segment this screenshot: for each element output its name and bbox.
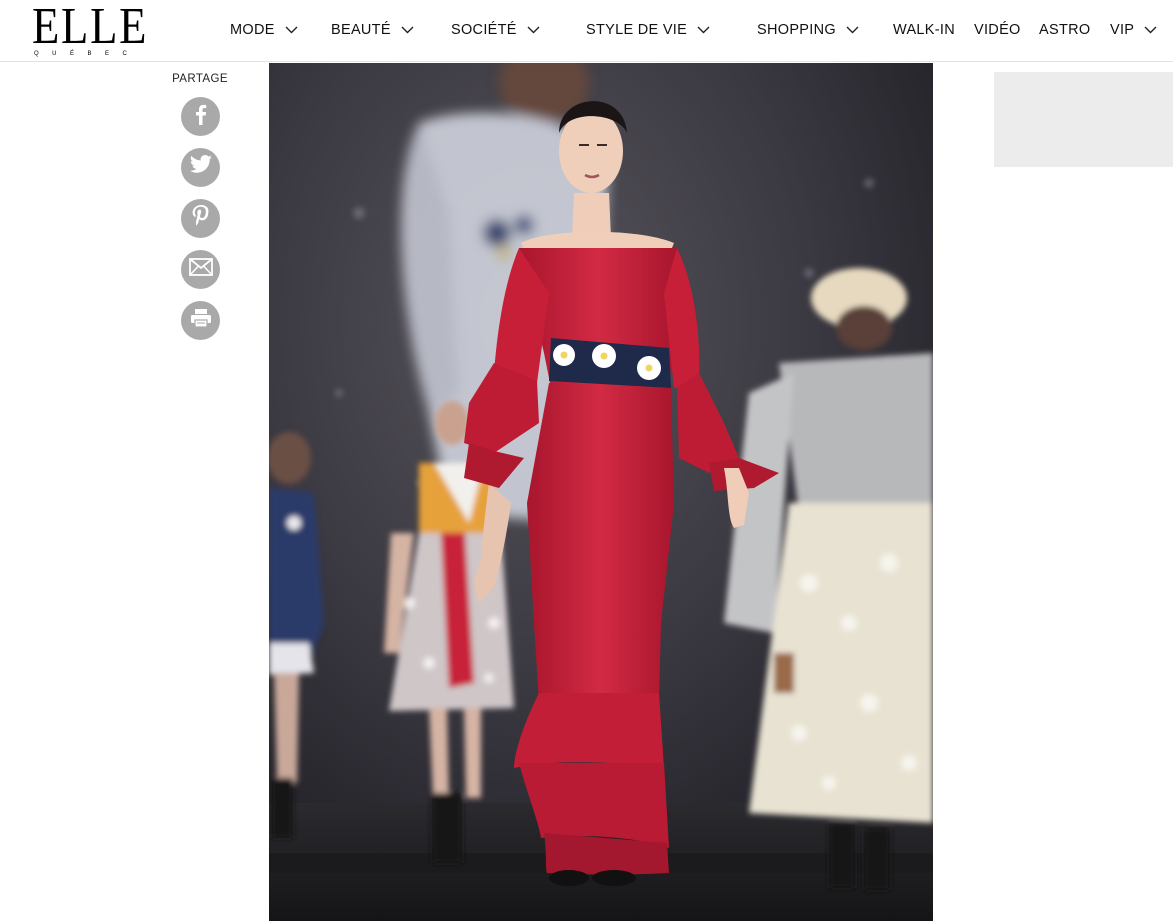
nav-label: BEAUTÉ <box>331 22 391 38</box>
print-icon <box>190 308 212 333</box>
nav-item-societe[interactable]: SOCIÉTÉ <box>451 20 540 40</box>
nav-item-vip[interactable]: VIP <box>1110 20 1157 40</box>
nav-item-mode[interactable]: MODE <box>230 20 298 40</box>
logo-subtitle: QUÉBEC <box>34 51 141 57</box>
share-label: PARTAGE <box>172 73 228 85</box>
nav-label: SHOPPING <box>757 22 836 38</box>
chevron-down-icon <box>697 26 710 34</box>
nav-item-beaute[interactable]: BEAUTÉ <box>331 20 414 40</box>
runway-photo-illustration <box>269 63 933 921</box>
nav-item-walk-in[interactable]: WALK-IN <box>893 20 955 40</box>
chevron-down-icon <box>401 26 414 34</box>
nav-item-shopping[interactable]: SHOPPING <box>757 20 859 40</box>
share-print-button[interactable] <box>181 301 220 340</box>
nav-item-astro[interactable]: ASTRO <box>1039 20 1090 40</box>
chevron-down-icon <box>527 26 540 34</box>
share-twitter-button[interactable] <box>181 148 220 187</box>
facebook-icon <box>191 103 211 130</box>
share-pinterest-button[interactable] <box>181 199 220 238</box>
twitter-icon <box>189 155 213 180</box>
chevron-down-icon <box>1144 26 1157 34</box>
chevron-down-icon <box>285 26 298 34</box>
runway-photo[interactable] <box>269 63 933 921</box>
nav-item-video[interactable]: VIDÉO <box>974 20 1021 40</box>
share-facebook-button[interactable] <box>181 97 220 136</box>
elle-quebec-logo[interactable]: ELLE QUÉBEC <box>32 0 158 58</box>
share-email-button[interactable] <box>181 250 220 289</box>
nav-label: MODE <box>230 22 275 38</box>
nav-label: WALK-IN <box>893 22 955 38</box>
logo-wordmark: ELLE <box>32 0 149 55</box>
nav-label: ASTRO <box>1039 22 1091 38</box>
email-icon <box>188 258 213 281</box>
ad-placeholder[interactable] <box>994 72 1173 167</box>
nav-label: SOCIÉTÉ <box>451 22 517 38</box>
chevron-down-icon <box>846 26 859 34</box>
nav-label: VIDÉO <box>974 22 1021 38</box>
nav-item-style-de-vie[interactable]: STYLE DE VIE <box>586 20 710 40</box>
site-header: ELLE QUÉBEC MODE BEAUTÉ SOCIÉTÉ STYLE DE… <box>0 0 1173 62</box>
pinterest-icon <box>192 205 210 232</box>
nav-label: VIP <box>1110 22 1135 38</box>
nav-label: STYLE DE VIE <box>586 22 688 38</box>
